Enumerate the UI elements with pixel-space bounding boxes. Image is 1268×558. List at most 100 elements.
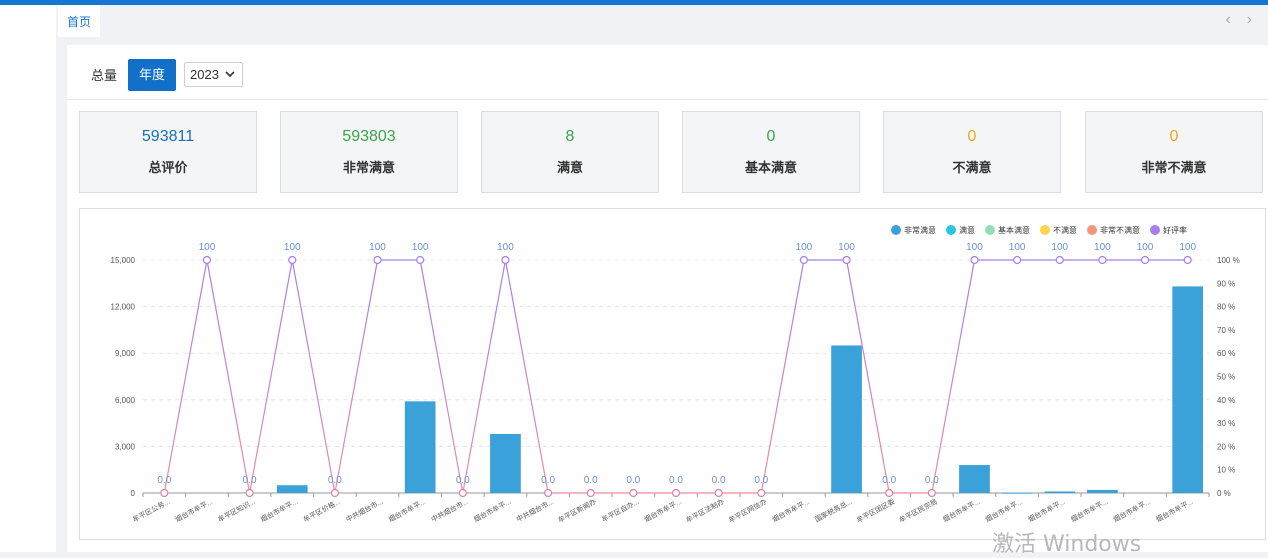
x-category-label: 中共烟台市...: [344, 497, 384, 524]
stat-label: 总评价: [148, 160, 188, 175]
tab-nav-arrows: ‹›: [1225, 11, 1268, 29]
rate-point: [927, 488, 936, 498]
x-category-label: 烟台市牟平...: [643, 497, 683, 524]
chevron-right-icon[interactable]: ›: [1247, 11, 1268, 28]
y-right-tick: 30 %: [1217, 419, 1235, 428]
rate-point: [1098, 255, 1107, 265]
x-category-label: 烟台市牟平...: [174, 497, 214, 524]
rate-point-label: 0.0: [541, 475, 555, 486]
rate-point-label: 100: [838, 242, 855, 253]
stat-label: 不满意: [952, 160, 992, 175]
tab-home[interactable]: 首页: [58, 5, 101, 37]
stat-card-satisfied: 8 满意: [481, 111, 659, 193]
y-right-tick: 0 %: [1217, 489, 1231, 498]
rate-point-label: 0.0: [669, 475, 683, 486]
x-category-label: 牟平区自办...: [600, 497, 640, 524]
rate-point-label: 0.0: [584, 475, 598, 486]
rate-point: [288, 255, 297, 265]
y-right-tick: 50 %: [1217, 373, 1235, 382]
stat-label: 非常满意: [342, 160, 395, 175]
rate-point-label: 0.0: [157, 475, 171, 486]
rate-point-label: 0.0: [754, 475, 768, 486]
bar: [276, 485, 308, 493]
x-category-label: 烟台市牟平...: [941, 497, 981, 524]
rate-point: [458, 488, 467, 498]
rate-point-label: 0.0: [882, 475, 896, 486]
rate-point: [160, 488, 169, 498]
y-left-tick: 0: [131, 489, 136, 498]
rate-point-label: 100: [284, 242, 301, 253]
y-right-tick: 60 %: [1217, 349, 1235, 358]
stat-card-very-satisfied: 593803 非常满意: [280, 111, 458, 193]
rate-point: [416, 255, 425, 265]
y-left-tick: 12,000: [111, 303, 136, 312]
legend-swatch: [985, 225, 995, 235]
rate-point: [970, 255, 979, 265]
stat-value: 593811: [141, 128, 195, 145]
rate-point: [586, 488, 595, 498]
rate-point: [202, 255, 212, 265]
total-button[interactable]: 总量: [91, 60, 119, 91]
rate-point-label: 0.0: [626, 475, 640, 486]
legend-label: 基本满意: [998, 225, 1030, 235]
y-right-tick: 90 %: [1217, 279, 1235, 288]
x-category-label: 烟台市牟平...: [472, 497, 512, 524]
x-category-label: 牟平区新闻办: [556, 497, 597, 525]
chevron-left-icon[interactable]: ‹: [1225, 11, 1246, 28]
legend-swatch: [891, 225, 901, 235]
stat-card-very-dissatisfied: 0 非常不满意: [1085, 111, 1263, 193]
x-category-label: 烟台市牟平...: [1026, 497, 1066, 524]
x-category-label: 牟平区知识...: [216, 497, 256, 524]
y-left-tick: 6,000: [115, 396, 136, 405]
stat-card-total: 593811 总评价: [79, 111, 257, 193]
bar: [1172, 286, 1204, 493]
bar: [959, 465, 990, 493]
rate-point: [543, 488, 553, 498]
rate-point-label: 100: [1137, 242, 1154, 253]
stat-label: 满意: [556, 160, 583, 175]
stat-value: 593803: [342, 128, 396, 145]
stat-label: 非常不满意: [1141, 160, 1207, 175]
chevron-down-icon: [224, 63, 236, 95]
bar: [1044, 491, 1076, 493]
rate-point-label: 0.0: [328, 475, 342, 486]
legend-label: 满意: [959, 225, 975, 235]
y-right-tick: 70 %: [1217, 326, 1235, 335]
rate-point-label: 100: [369, 242, 386, 253]
y-right-tick: 100 %: [1217, 256, 1240, 265]
year-select[interactable]: 2023: [184, 62, 243, 87]
rate-point: [1013, 255, 1022, 265]
x-category-label: 烟台市牟平...: [984, 497, 1024, 524]
x-category-label: 牟平区网信办: [727, 497, 768, 525]
bar: [831, 345, 862, 493]
rate-point-label: 0.0: [456, 475, 470, 486]
x-category-label: 牟平区公务...: [131, 497, 171, 524]
rate-point: [757, 488, 766, 498]
year-button[interactable]: 年度: [128, 59, 176, 91]
rate-point-label: 0.0: [243, 475, 257, 486]
stat-value: 0: [766, 128, 776, 145]
legend-swatch: [1150, 225, 1160, 235]
bar: [404, 401, 436, 493]
y-left-tick: 3,000: [115, 442, 136, 451]
satisfaction-chart: 0 3,000 6,000 9,000 12,000 15,000 0 % 10 % 20 % 3…: [79, 208, 1266, 540]
rate-line: [163, 259, 1188, 494]
x-category-label: 牟平区团区委: [855, 497, 896, 525]
x-category-label: 牟平区法制办: [684, 497, 725, 525]
y-right-tick: 80 %: [1217, 303, 1235, 312]
x-category-label: 烟台市牟平...: [771, 497, 811, 524]
x-category-label: 中共烟台市...: [429, 497, 469, 524]
tab-bar: 首页 ‹›: [56, 5, 1268, 37]
rate-point-label: 0.0: [925, 475, 939, 486]
x-category-label: 国家税务总...: [813, 497, 853, 524]
rate-point-label: 100: [412, 242, 429, 253]
rate-point: [799, 255, 809, 265]
stat-label: 基本满意: [744, 160, 797, 175]
rate-point: [1183, 255, 1192, 265]
rate-point-label: 100: [199, 242, 216, 253]
stat-value: 8: [565, 128, 575, 145]
rate-point: [245, 488, 254, 498]
rate-point: [501, 255, 510, 265]
y-right-tick: 10 %: [1217, 466, 1235, 475]
rate-point: [629, 488, 638, 498]
